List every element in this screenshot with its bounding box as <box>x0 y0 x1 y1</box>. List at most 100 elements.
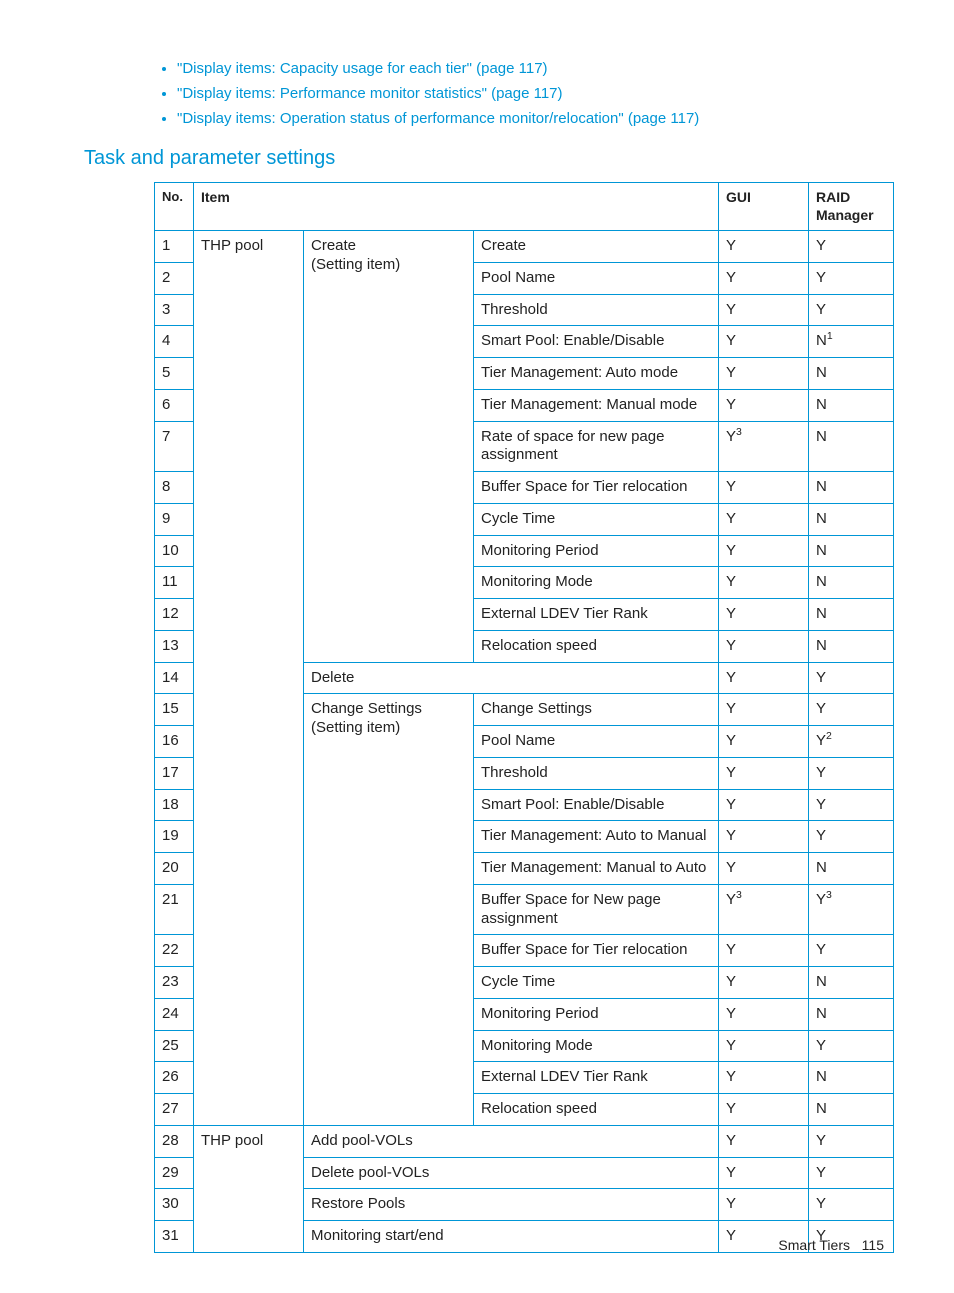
section-heading: Task and parameter settings <box>84 147 884 170</box>
cell-raid-manager: Y <box>809 789 894 821</box>
cell-no: 19 <box>155 821 194 853</box>
cell-raid-manager: N1 <box>809 326 894 358</box>
cell-raid-manager: N <box>809 967 894 999</box>
cell-gui: Y <box>719 503 809 535</box>
cell-gui: Y <box>719 1030 809 1062</box>
cell-subitem: Add pool-VOLs <box>304 1125 719 1157</box>
cell-subitem: Tier Management: Auto to Manual <box>474 821 719 853</box>
th-item: Item <box>194 183 719 231</box>
cell-subitem: Tier Management: Manual mode <box>474 389 719 421</box>
cell-raid-manager: Y <box>809 262 894 294</box>
cell-subitem: Monitoring Period <box>474 535 719 567</box>
cell-gui: Y <box>719 998 809 1030</box>
list-item: "Display items: Performance monitor stat… <box>177 85 884 102</box>
cell-gui: Y <box>719 821 809 853</box>
cell-gui: Y <box>719 262 809 294</box>
cell-gui: Y <box>719 326 809 358</box>
cell-gui: Y <box>719 967 809 999</box>
cell-gui: Y <box>719 1189 809 1221</box>
th-no: No. <box>155 183 194 231</box>
cell-category: Change Settings(Setting item) <box>304 694 474 1126</box>
cell-no: 24 <box>155 998 194 1030</box>
cell-no: 25 <box>155 1030 194 1062</box>
table-row: 1THP poolCreate(Setting item)CreateYY <box>155 231 894 263</box>
cell-no: 29 <box>155 1157 194 1189</box>
cell-gui: Y3 <box>719 421 809 472</box>
list-item: "Display items: Operation status of perf… <box>177 110 884 127</box>
cell-gui: Y <box>719 294 809 326</box>
cell-subitem: Buffer Space for Tier relocation <box>474 935 719 967</box>
cell-subitem: Create <box>474 231 719 263</box>
cell-no: 13 <box>155 630 194 662</box>
cell-gui: Y <box>719 535 809 567</box>
cell-subitem: Buffer Space for Tier relocation <box>474 472 719 504</box>
cell-no: 20 <box>155 853 194 885</box>
cell-raid-manager: N <box>809 1062 894 1094</box>
cell-raid-manager: N <box>809 503 894 535</box>
cell-no: 11 <box>155 567 194 599</box>
cell-raid-manager: Y <box>809 294 894 326</box>
cell-gui: Y <box>719 358 809 390</box>
cell-no: 16 <box>155 726 194 758</box>
cell-raid-manager: N <box>809 853 894 885</box>
cell-item-group: THP pool <box>194 231 304 1126</box>
cell-subitem: Buffer Space for New page assignment <box>474 884 719 935</box>
cell-gui: Y <box>719 789 809 821</box>
cell-no: 30 <box>155 1189 194 1221</box>
cell-subitem: Cycle Time <box>474 967 719 999</box>
cell-no: 1 <box>155 231 194 263</box>
cell-subitem: Threshold <box>474 294 719 326</box>
cell-raid-manager: Y <box>809 821 894 853</box>
table-row: 28THP poolAdd pool-VOLsYY <box>155 1125 894 1157</box>
cell-raid-manager: Y3 <box>809 884 894 935</box>
cell-gui: Y <box>719 231 809 263</box>
cell-subitem: Restore Pools <box>304 1189 719 1221</box>
cell-subitem: Pool Name <box>474 262 719 294</box>
footer-section: Smart Tiers <box>778 1237 850 1253</box>
cell-subitem: Change Settings <box>474 694 719 726</box>
cell-item-group: THP pool <box>194 1125 304 1252</box>
cell-raid-manager: N <box>809 421 894 472</box>
cell-subitem: Monitoring Mode <box>474 567 719 599</box>
link-list: "Display items: Capacity usage for each … <box>84 60 884 127</box>
footer-page: 115 <box>862 1237 884 1253</box>
cell-no: 12 <box>155 599 194 631</box>
cell-no: 26 <box>155 1062 194 1094</box>
cell-gui: Y <box>719 726 809 758</box>
th-raid: RAID Manager <box>809 183 894 231</box>
cell-raid-manager: N <box>809 567 894 599</box>
cell-gui: Y <box>719 389 809 421</box>
cell-no: 27 <box>155 1094 194 1126</box>
cell-raid-manager: N <box>809 599 894 631</box>
cell-raid-manager: Y <box>809 935 894 967</box>
cell-no: 21 <box>155 884 194 935</box>
cell-raid-manager: Y <box>809 1125 894 1157</box>
cell-no: 7 <box>155 421 194 472</box>
cell-no: 22 <box>155 935 194 967</box>
cell-gui: Y3 <box>719 884 809 935</box>
cell-raid-manager: Y <box>809 694 894 726</box>
cell-no: 10 <box>155 535 194 567</box>
cell-raid-manager: Y <box>809 757 894 789</box>
cell-gui: Y <box>719 662 809 694</box>
cell-no: 4 <box>155 326 194 358</box>
link-performance-stats[interactable]: "Display items: Performance monitor stat… <box>177 85 563 102</box>
cell-subitem: Delete pool-VOLs <box>304 1157 719 1189</box>
cell-raid-manager: N <box>809 358 894 390</box>
link-operation-status[interactable]: "Display items: Operation status of perf… <box>177 110 699 127</box>
cell-no: 23 <box>155 967 194 999</box>
settings-table: No. Item GUI RAID Manager 1THP poolCreat… <box>154 182 894 1253</box>
cell-subitem: External LDEV Tier Rank <box>474 599 719 631</box>
cell-raid-manager: N <box>809 389 894 421</box>
cell-gui: Y <box>719 1094 809 1126</box>
cell-no: 31 <box>155 1221 194 1253</box>
cell-category: Create(Setting item) <box>304 231 474 663</box>
link-capacity-usage[interactable]: "Display items: Capacity usage for each … <box>177 60 548 77</box>
cell-raid-manager: Y <box>809 1030 894 1062</box>
cell-gui: Y <box>719 853 809 885</box>
cell-subitem: Cycle Time <box>474 503 719 535</box>
cell-no: 14 <box>155 662 194 694</box>
cell-raid-manager: Y <box>809 231 894 263</box>
cell-subitem: Smart Pool: Enable/Disable <box>474 789 719 821</box>
cell-subitem: Relocation speed <box>474 630 719 662</box>
